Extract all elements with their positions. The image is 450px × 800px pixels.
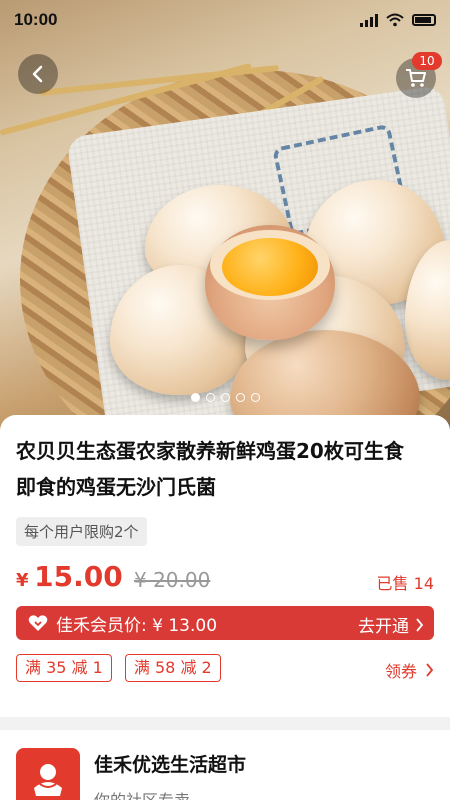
chevron-left-icon xyxy=(32,65,43,83)
price-value: 15.00 xyxy=(34,560,123,593)
carousel-indicator xyxy=(0,393,450,402)
chevron-right-icon xyxy=(416,617,424,632)
carousel-dot[interactable] xyxy=(220,393,230,402)
get-coupon-button[interactable]: 领券 xyxy=(385,658,434,682)
carousel-dot[interactable] xyxy=(235,393,245,402)
coupon-tag[interactable]: 满 35 减 1 xyxy=(16,654,112,682)
cart-icon xyxy=(406,69,426,87)
chevron-right-icon xyxy=(426,663,434,677)
current-price: ¥ 15.00 xyxy=(16,560,123,593)
coupon-row: 满 35 减 1 满 58 减 2 领券 xyxy=(16,654,434,684)
back-button[interactable] xyxy=(18,54,58,94)
cart-count-badge: 10 xyxy=(412,52,442,70)
status-time: 10:00 xyxy=(14,10,58,29)
store-section[interactable]: 佳禾优选生活超市 你的社区专卖 xyxy=(0,730,450,800)
product-info-card: 农贝贝生态蛋农家散养新鲜鸡蛋20枚可生食 即食的鸡蛋无沙门氏菌 每个用户限购2个… xyxy=(0,415,450,717)
open-membership-label: 去开通 xyxy=(358,617,409,637)
purchase-limit-tag: 每个用户限购2个 xyxy=(16,517,147,546)
store-subtitle: 你的社区专卖 xyxy=(94,787,246,800)
member-price-bar[interactable]: 佳禾会员价: ¥ 13.00 去开通 xyxy=(16,606,434,640)
product-image-carousel[interactable] xyxy=(0,0,450,430)
carousel-dot[interactable] xyxy=(190,393,200,402)
chef-icon xyxy=(34,764,62,796)
currency-symbol: ¥ xyxy=(16,570,29,591)
price-row: ¥ 15.00 ¥ 20.00 已售 14 xyxy=(16,558,434,598)
signal-icon xyxy=(360,13,378,27)
get-coupon-label: 领券 xyxy=(384,662,417,681)
store-info: 佳禾优选生活超市 你的社区专卖 xyxy=(94,748,247,800)
product-title: 农贝贝生态蛋农家散养新鲜鸡蛋20枚可生食 即食的鸡蛋无沙门氏菌 xyxy=(16,433,434,505)
wifi-icon xyxy=(386,13,404,27)
original-price: ¥ 20.00 xyxy=(134,568,211,592)
product-title-line: 即食的鸡蛋无沙门氏菌 xyxy=(16,475,216,499)
egg-yolk xyxy=(222,238,318,296)
battery-icon xyxy=(412,14,436,26)
carousel-dot[interactable] xyxy=(205,393,215,402)
status-bar: 10:00 xyxy=(0,0,450,40)
store-logo xyxy=(16,748,80,800)
status-icons xyxy=(360,13,436,27)
coupon-tag[interactable]: 满 58 减 2 xyxy=(124,654,221,682)
heart-icon xyxy=(28,615,48,631)
product-title-line: 农贝贝生态蛋农家散养新鲜鸡蛋20枚可生食 xyxy=(16,439,404,463)
member-price-label: 佳禾会员价: ¥ 13.00 xyxy=(56,615,218,636)
sold-count: 已售 14 xyxy=(376,574,434,593)
carousel-dot[interactable] xyxy=(250,393,260,402)
open-membership-button[interactable]: 去开通 xyxy=(358,612,424,637)
store-name: 佳禾优选生活超市 xyxy=(94,754,247,776)
